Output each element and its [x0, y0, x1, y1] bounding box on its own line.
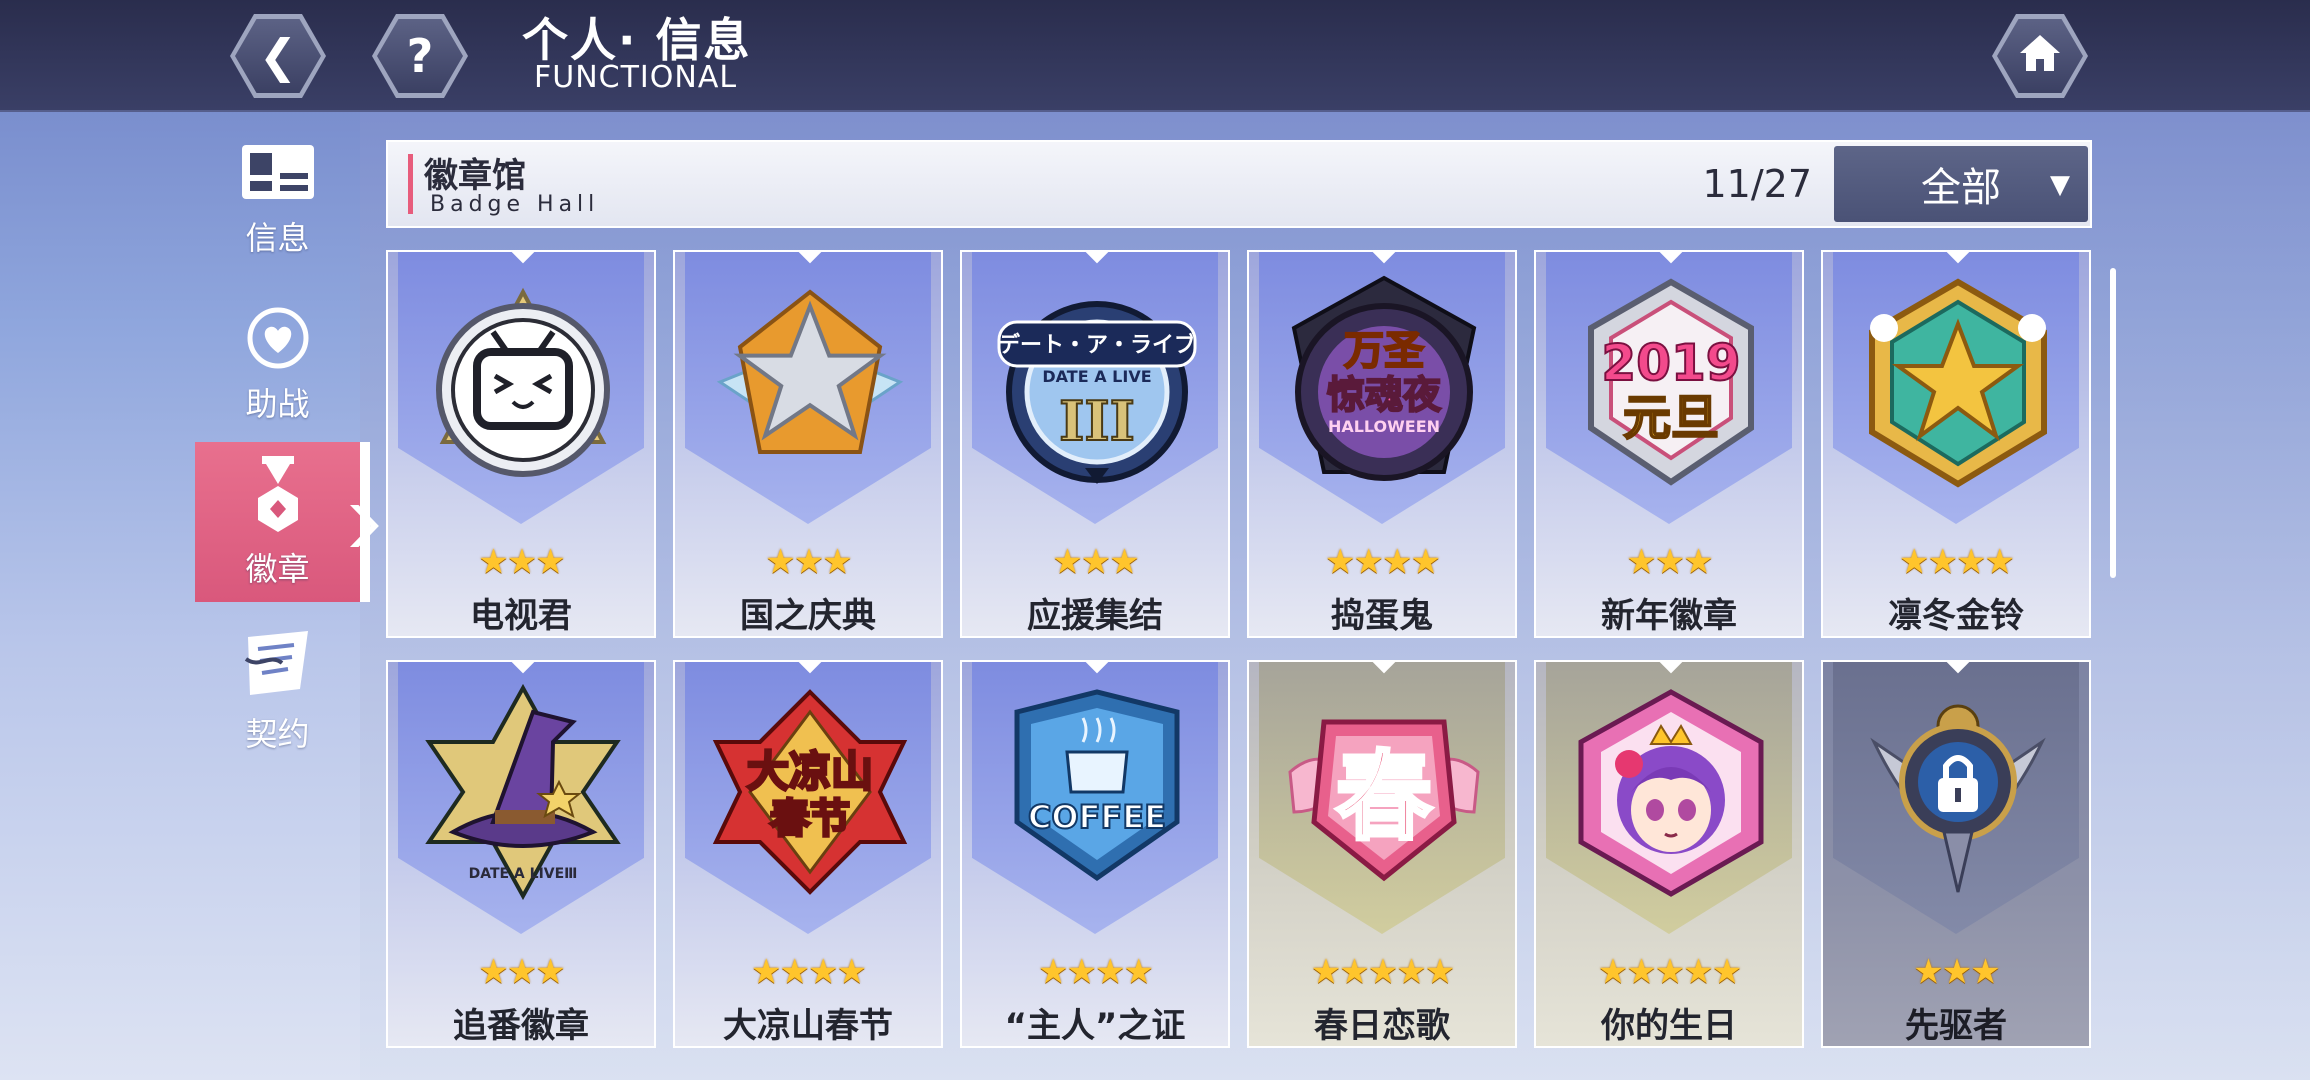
- star-rating: ★★★: [478, 542, 565, 582]
- badge-card[interactable]: ★★★★ 凛冬金铃: [1821, 250, 2091, 638]
- back-button[interactable]: ❮: [230, 14, 326, 98]
- star-rating: ★★★★: [1038, 952, 1154, 992]
- badge-count: 11/27: [1702, 162, 1812, 206]
- sidebar-item-contract[interactable]: 契约: [195, 612, 360, 772]
- hall-subtitle: Badge Hall: [430, 192, 600, 217]
- birthday-girl-badge-icon: [1578, 689, 1764, 897]
- medal-icon: [257, 456, 298, 532]
- art-text: DATE A LIVEⅢ: [469, 866, 578, 882]
- art-text: 2019: [1601, 334, 1740, 392]
- help-button[interactable]: ?: [372, 14, 468, 98]
- badge-card[interactable]: 春 ★★★★★ 春日恋歌: [1247, 660, 1517, 1048]
- badge-card[interactable]: 大凉山 春节 ★★★★ 大凉山春节: [673, 660, 943, 1048]
- profile-card-icon: [241, 145, 314, 199]
- badge-name: “主人”之证: [1004, 1006, 1186, 1046]
- sidebar-item-label: 徽章: [245, 550, 310, 588]
- star-rating: ★★★★★: [1597, 952, 1742, 992]
- art-text: HALLOWEEN: [1328, 417, 1440, 436]
- badge-card[interactable]: 2019 元旦 ★★★ 新年徽章: [1534, 250, 1804, 638]
- gold-star-badge-icon: [1869, 278, 2047, 488]
- halloween-badge-icon: 万圣 惊魂夜 HALLOWEEN: [1291, 275, 1477, 481]
- badge-card[interactable]: ★★★ 国之庆典: [673, 250, 943, 638]
- badge-card-locked[interactable]: ★★★ 先驱者: [1821, 660, 2091, 1048]
- badge-name: 捣蛋鬼: [1331, 596, 1433, 636]
- sidebar-item-info[interactable]: 信息: [195, 120, 360, 280]
- badge-card[interactable]: ★★★ 电视君: [386, 250, 656, 638]
- scrollbar[interactable]: [2110, 268, 2116, 578]
- question-icon: ?: [406, 29, 434, 83]
- badge-card[interactable]: ★★★★★ 你的生日: [1534, 660, 1804, 1048]
- accent-line: [408, 154, 413, 214]
- star-rating: ★★★★: [751, 952, 867, 992]
- badge-card[interactable]: 万圣 惊魂夜 HALLOWEEN ★★★★ 捣蛋鬼: [1247, 250, 1517, 638]
- art-text: 元旦: [1623, 390, 1719, 446]
- art-text: 春: [1336, 741, 1432, 853]
- star-rating: ★★★: [1052, 542, 1139, 582]
- badge-card[interactable]: COFFEE ★★★★ “主人”之证: [960, 660, 1230, 1048]
- art-text: 春节: [770, 796, 850, 842]
- silver-star-badge-icon: [716, 289, 904, 454]
- art-text: 大凉山: [747, 747, 873, 796]
- sidebar-item-label: 契约: [245, 715, 310, 753]
- top-bar: ❮ ? 个人· 信息 FUNCTIONAL: [0, 0, 2310, 112]
- star-rating: ★★★: [1913, 952, 2000, 992]
- tv-mascot-badge-icon: [436, 287, 610, 477]
- page-subtitle: FUNCTIONAL: [534, 60, 738, 95]
- sidebar-item-label: 助战: [245, 385, 310, 423]
- star-rating: ★★★: [765, 542, 852, 582]
- badge-card[interactable]: デート・ア・ライブ DATE A LIVE III ★★★ 应援集结: [960, 250, 1230, 638]
- contract-scroll-icon: [244, 631, 308, 695]
- art-text: デート・ア・ライブ: [998, 332, 1196, 358]
- badge-name: 国之庆典: [740, 596, 876, 636]
- star-rating: ★★★★: [1325, 542, 1441, 582]
- hall-title: 徽章馆: [424, 156, 526, 196]
- badge-name: 大凉山春节: [723, 1006, 893, 1046]
- coffee-badge-icon: COFFEE: [1014, 689, 1180, 882]
- badge-name: 凛冬金铃: [1888, 596, 2024, 636]
- home-icon: [2016, 31, 2064, 82]
- badge-name: 电视君: [470, 596, 572, 636]
- dropdown-arrow-icon: ▼: [2050, 170, 2070, 200]
- locked-pioneer-badge-icon: [1870, 704, 2046, 893]
- badge-name: 追番徽章: [453, 1006, 589, 1046]
- sidebar: 信息 助战 徽章 契约: [0, 112, 370, 1080]
- star-rating: ★★★: [1626, 542, 1713, 582]
- art-text: 惊魂夜: [1327, 373, 1442, 417]
- badge-name: 春日恋歌: [1314, 1006, 1450, 1046]
- back-arrow-icon: ❮: [258, 29, 298, 83]
- art-text: COFFEE: [1028, 798, 1166, 836]
- badge-card[interactable]: DATE A LIVEⅢ ★★★ 追番徽章: [386, 660, 656, 1048]
- star-rating: ★★★★: [1899, 542, 2015, 582]
- art-text: 万圣: [1344, 328, 1424, 374]
- witch-hat-badge-icon: DATE A LIVEⅢ: [425, 683, 621, 901]
- sidebar-item-badge[interactable]: 徽章: [195, 442, 370, 602]
- badge-name: 新年徽章: [1601, 596, 1737, 636]
- badge-name: 你的生日: [1601, 1006, 1737, 1046]
- art-text: III: [1059, 389, 1135, 453]
- daliangshan-badge-icon: 大凉山 春节: [712, 689, 908, 895]
- home-button[interactable]: [1992, 14, 2088, 98]
- spring-badge-icon: 春: [1288, 719, 1480, 882]
- art-text: DATE A LIVE: [1042, 367, 1151, 386]
- badge-name: 先驱者: [1905, 1006, 2007, 1046]
- sidebar-item-support[interactable]: 助战: [195, 286, 360, 446]
- star-rating: ★★★★★: [1310, 952, 1455, 992]
- star-rating: ★★★: [478, 952, 565, 992]
- filter-value: 全部: [1921, 165, 2001, 211]
- badge-name: 应援集结: [1027, 596, 1163, 636]
- date-a-live-iii-badge-icon: デート・ア・ライブ DATE A LIVE III: [997, 301, 1197, 484]
- badge-hall-header: 徽章馆 Badge Hall 11/27 全部 ▼: [386, 140, 2092, 228]
- filter-dropdown[interactable]: 全部 ▼: [1834, 146, 2088, 222]
- new-year-2019-badge-icon: 2019 元旦: [1588, 278, 1754, 486]
- heart-icon: [247, 307, 308, 369]
- sidebar-item-label: 信息: [245, 219, 310, 257]
